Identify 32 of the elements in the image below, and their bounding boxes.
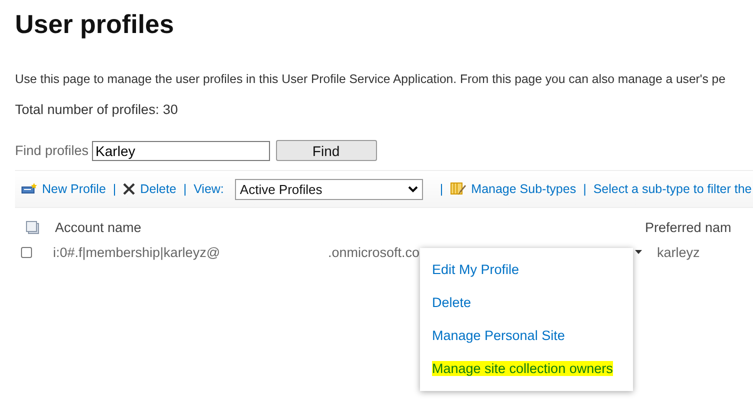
menu-item[interactable]: Delete [432, 295, 472, 310]
find-button[interactable]: Find [276, 140, 377, 161]
account-name: .onmicrosoft.co [328, 244, 421, 260]
find-label: Find profiles [15, 143, 89, 158]
page-title: User profiles [15, 8, 175, 41]
account-name: i:0#.f|membership|karleyz@ [53, 244, 222, 260]
row-checkbox[interactable] [21, 246, 32, 258]
manage-subtypes-link[interactable]: Manage Sub-types [471, 182, 576, 196]
menu-item[interactable]: Edit My Profile [432, 262, 520, 277]
delete-icon [123, 183, 136, 195]
chevron-down-icon [408, 186, 418, 192]
separator: | [583, 182, 586, 196]
preferred-name: karleyz [657, 244, 700, 260]
select-all-icon[interactable] [25, 220, 40, 234]
new-card-icon [21, 183, 37, 195]
search-field[interactable]: Karley [92, 140, 270, 160]
view-dropdown[interactable]: Active Profiles [234, 178, 423, 200]
menu-item[interactable]: Manage site collection owners [432, 361, 613, 376]
separator: | [440, 182, 444, 196]
view-label: View: [194, 182, 224, 196]
column-header: Preferred nam [645, 220, 732, 234]
new-profile-link[interactable]: New Profile [42, 182, 106, 196]
subtype-filter-link[interactable]: Select a sub-type to filter the [593, 182, 752, 196]
page-description: Use this page to manage the user profiles in this User Profile Service Application. From this page you can also manage a user's pe [15, 72, 726, 86]
columns-pencil-icon [450, 182, 466, 196]
menu-item[interactable]: Manage Personal Site [432, 328, 565, 343]
delete-link[interactable]: Delete [140, 182, 176, 196]
separator: | [183, 182, 187, 196]
profile-count: Total number of profiles: 30 [15, 102, 179, 117]
column-header: Account name [55, 220, 142, 234]
caret-icon[interactable] [635, 250, 642, 254]
separator: | [112, 182, 116, 196]
